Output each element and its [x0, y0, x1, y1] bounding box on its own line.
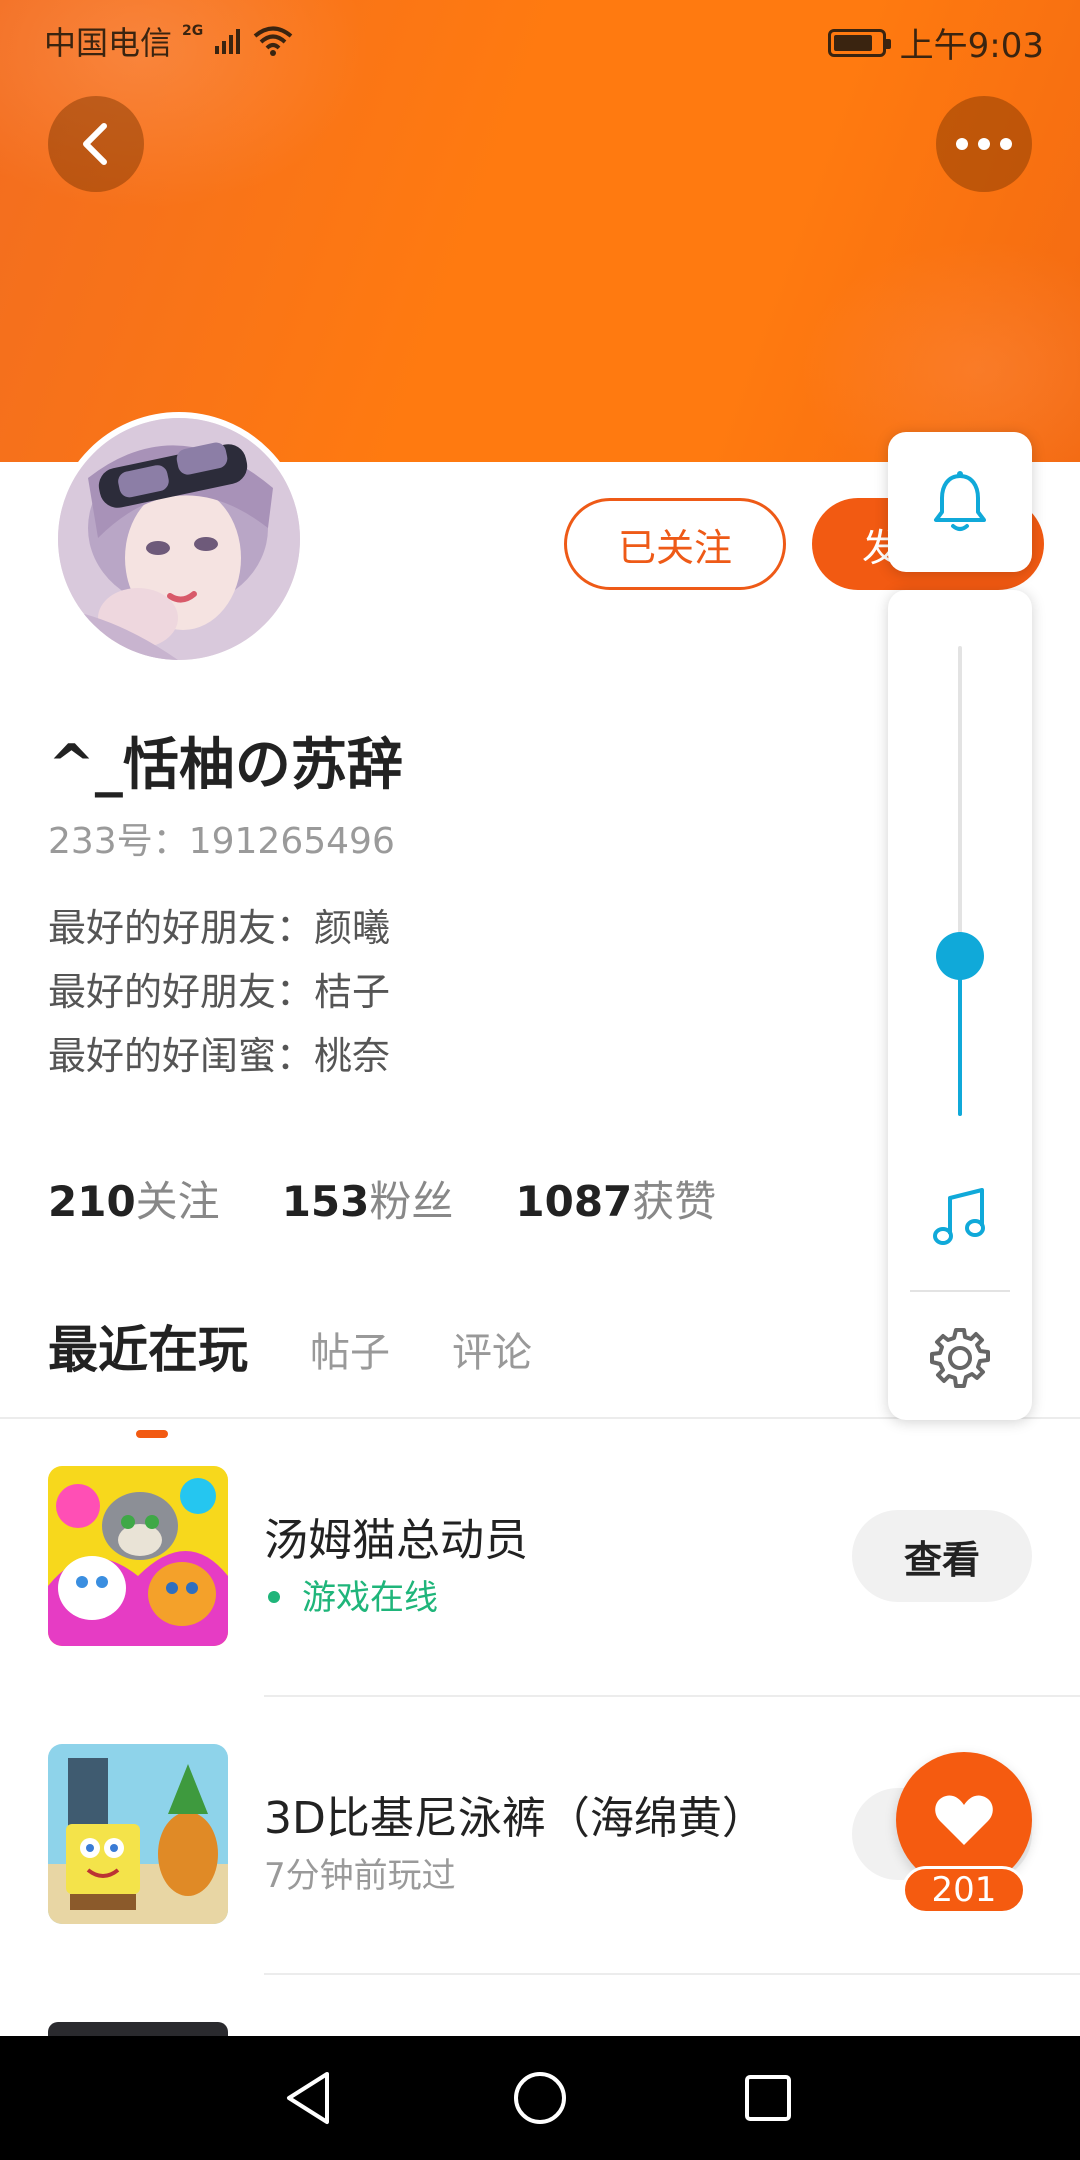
stat-following[interactable]: 210关注: [48, 1168, 220, 1229]
tab-posts[interactable]: 帖子: [310, 1320, 390, 1382]
view-button[interactable]: 查看: [852, 1510, 1032, 1602]
heart-icon: [935, 1795, 993, 1845]
nav-back-button[interactable]: [248, 2036, 368, 2160]
avatar-image: [58, 418, 300, 660]
game-last-played: 7分钟前玩过: [264, 1856, 456, 1896]
back-button[interactable]: [48, 96, 144, 192]
panel-divider: [910, 1290, 1010, 1292]
square-recents-icon: [745, 2075, 791, 2121]
stat-label: 获赞: [632, 1177, 717, 1226]
tab-comments[interactable]: 评论: [452, 1320, 532, 1382]
stat-likes[interactable]: 1087获赞: [515, 1168, 716, 1229]
row-divider: [264, 1695, 1080, 1697]
stat-number: 153: [281, 1177, 370, 1226]
gear-icon: [930, 1328, 990, 1388]
signal-icon: [215, 29, 241, 54]
volume-slider-knob[interactable]: [936, 932, 984, 981]
user-bio: 最好的好朋友：颜曦 最好的好朋友：桔子 最好的好闺蜜：桃奈: [48, 896, 390, 1088]
game-status-text: 游戏在线: [302, 1578, 438, 1618]
user-id: 233号：191265496: [48, 821, 395, 862]
music-button[interactable]: [928, 1186, 992, 1254]
more-dots-icon: [956, 138, 1012, 150]
stat-number: 210: [48, 1177, 136, 1226]
triangle-back-icon: [287, 2072, 329, 2124]
music-note-icon: [933, 1188, 985, 1245]
stat-label: 粉丝: [369, 1177, 454, 1226]
bell-icon: [934, 471, 986, 531]
game-thumbnail: [48, 1744, 228, 1924]
wifi-icon: [253, 26, 293, 56]
volume-slider-fill: [958, 956, 962, 1116]
online-dot-icon: [268, 1590, 280, 1603]
stat-followers[interactable]: 153粉丝: [282, 1168, 454, 1229]
user-avatar[interactable]: [52, 412, 306, 666]
tab-recently-played[interactable]: 最近在玩: [48, 1310, 248, 1438]
like-count: 201: [902, 1866, 1026, 1914]
nav-recents-button[interactable]: [708, 2036, 828, 2160]
more-options-button[interactable]: [936, 96, 1032, 192]
game-title: 3D比基尼泳裤（海绵黄）: [264, 1793, 766, 1844]
battery-icon: [827, 28, 891, 57]
status-bar: 中国电信 2G 上午9:03: [0, 0, 1080, 74]
carrier-label: 中国电信: [44, 24, 173, 62]
floating-control-panel: [888, 590, 1032, 1420]
game-thumbnail: [48, 1466, 228, 1646]
game-icon: [48, 1466, 228, 1646]
circle-home-icon: [514, 2072, 566, 2124]
nav-home-button[interactable]: [480, 2036, 600, 2160]
stat-number: 1087: [515, 1177, 633, 1226]
chevron-left-icon: [83, 123, 107, 165]
network-type: 2G: [182, 23, 204, 39]
settings-button[interactable]: [928, 1326, 992, 1394]
user-stats: 210关注 153粉丝 1087获赞: [48, 1168, 716, 1229]
banner-decoration: [800, 240, 1080, 462]
list-item[interactable]: 汤姆猫总动员 游戏在线 查看: [0, 1420, 1080, 1698]
followed-button[interactable]: 已关注: [564, 498, 786, 590]
bio-line: 最好的好闺蜜：桃奈: [48, 1034, 391, 1078]
bio-line: 最好的好朋友：桔子: [48, 970, 391, 1014]
game-icon: [48, 2022, 228, 2036]
profile-header-banner: 中国电信 2G 上午9:03: [0, 0, 1080, 462]
notification-toggle[interactable]: [888, 432, 1032, 572]
game-title: 汤姆猫总动员: [264, 1515, 528, 1566]
system-nav-bar: [0, 2036, 1080, 2160]
row-divider: [264, 1973, 1080, 1975]
stat-label: 关注: [135, 1177, 220, 1226]
username: ^_恬柚の苏辞: [48, 733, 403, 798]
clock: 上午9:03: [899, 26, 1044, 66]
bio-line: 最好的好朋友：颜曦: [48, 906, 391, 950]
profile-tabs: 最近在玩 帖子 评论: [48, 1310, 532, 1438]
game-icon: [48, 1744, 228, 1924]
game-status: 游戏在线: [264, 1570, 438, 1619]
